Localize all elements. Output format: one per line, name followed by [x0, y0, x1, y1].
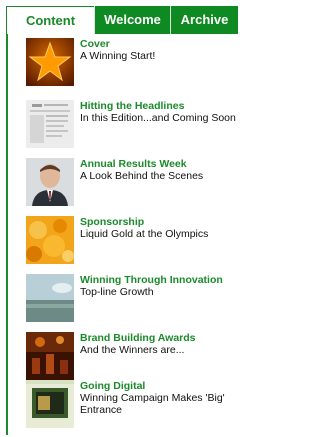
contents-panel: Content Welcome Archive Cover A Winning …: [0, 0, 242, 437]
item-title: Sponsorship: [80, 216, 145, 228]
article-list: Cover A Winning Start! Hitting the Headl…: [6, 34, 238, 435]
cover-thumbnail: [26, 38, 74, 86]
item-title: Hitting the Headlines: [80, 100, 185, 112]
tab-archive[interactable]: Archive: [170, 6, 238, 34]
awards-thumbnail: [26, 332, 74, 380]
item-desc: In this Edition...and Coming Soon: [80, 112, 236, 124]
tab-bar: Content Welcome Archive: [6, 6, 238, 34]
item-desc: A Winning Start!: [80, 50, 156, 62]
newspaper-thumbnail: [26, 100, 74, 148]
item-desc: Top-line Growth: [80, 286, 154, 298]
tab-content[interactable]: Content: [6, 6, 94, 34]
list-item-innovation[interactable]: Winning Through Innovation Top-line Grow…: [8, 274, 238, 324]
item-desc: Winning Campaign Makes 'Big' Entrance: [80, 392, 225, 416]
item-desc: Liquid Gold at the Olympics: [80, 228, 209, 240]
item-title: Winning Through Innovation: [80, 274, 223, 286]
innovation-thumbnail: [26, 274, 74, 322]
portrait-thumbnail: [26, 158, 74, 206]
item-title: Cover: [80, 38, 110, 50]
list-item-cover[interactable]: Cover A Winning Start!: [8, 38, 238, 88]
item-title: Brand Building Awards: [80, 332, 196, 344]
list-item-headlines[interactable]: Hitting the Headlines In this Edition...…: [8, 100, 238, 150]
list-item-going-digital[interactable]: Going Digital Winning Campaign Makes 'Bi…: [8, 380, 238, 430]
list-item-sponsorship[interactable]: Sponsorship Liquid Gold at the Olympics: [8, 216, 238, 266]
item-title: Annual Results Week: [80, 158, 187, 170]
item-desc: And the Winners are...: [80, 344, 185, 356]
item-title: Going Digital: [80, 380, 146, 392]
list-item-brand-awards[interactable]: Brand Building Awards And the Winners ar…: [8, 332, 238, 382]
item-desc: A Look Behind the Scenes: [80, 170, 204, 182]
liquid-gold-thumbnail: [26, 216, 74, 264]
tab-welcome[interactable]: Welcome: [94, 6, 170, 34]
digital-screen-thumbnail: [26, 380, 74, 428]
list-item-annual-results[interactable]: Annual Results Week A Look Behind the Sc…: [8, 158, 238, 208]
